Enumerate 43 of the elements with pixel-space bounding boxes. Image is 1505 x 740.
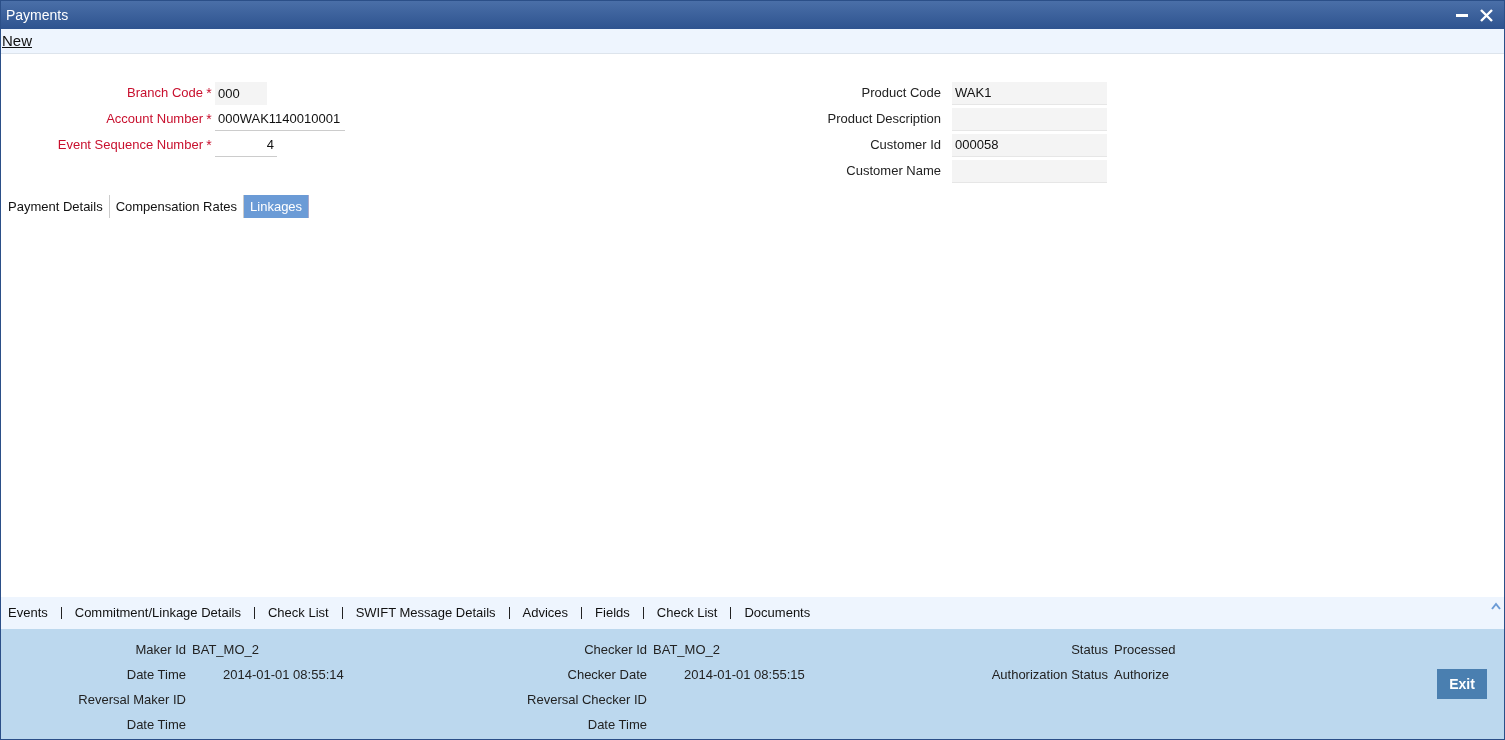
- input-field[interactable]: 000058: [952, 133, 1107, 157]
- audit-label: Checker Id: [583, 640, 647, 659]
- audit-label: Date Time: [125, 715, 186, 734]
- audit-label: Checker Date: [566, 665, 647, 684]
- audit-value: 2014-01-01 08:55:14: [223, 665, 344, 684]
- audit-label: Date Time: [125, 665, 186, 684]
- input-field[interactable]: WAK1: [952, 81, 1107, 105]
- audit-label: Authorization Status: [990, 665, 1108, 684]
- field-label: Customer Id: [869, 136, 941, 155]
- footer-link[interactable]: Fields: [595, 603, 630, 623]
- field-label: Product Description: [826, 110, 941, 129]
- exit-button[interactable]: Exit: [1437, 669, 1487, 699]
- audit-value: Authorize: [1114, 665, 1169, 684]
- required-marker: *: [205, 83, 213, 103]
- footer-link[interactable]: Commitment/Linkage Details: [74, 603, 241, 623]
- required-marker: *: [205, 135, 213, 155]
- audit-label: Status: [1070, 640, 1108, 659]
- audit-label: Reversal Checker ID: [526, 690, 647, 709]
- audit-label: Reversal Maker ID: [77, 690, 186, 709]
- audit-value: BAT_MO_2: [192, 640, 259, 659]
- input-field[interactable]: 000: [215, 81, 267, 105]
- input-field[interactable]: [952, 107, 1107, 131]
- footer-link[interactable]: Events: [8, 603, 48, 623]
- footer-link[interactable]: Check List: [267, 603, 329, 623]
- audit-label: Date Time: [586, 715, 647, 734]
- collapse-icon[interactable]: [1491, 602, 1501, 610]
- new-link[interactable]: New: [1, 29, 33, 53]
- audit-value: BAT_MO_2: [653, 640, 720, 659]
- footer-link[interactable]: SWIFT Message Details: [355, 603, 496, 623]
- required-marker: *: [205, 109, 213, 129]
- audit-value: Processed: [1114, 640, 1176, 659]
- field-label: Account Number: [105, 110, 203, 129]
- audit-label: Maker Id: [134, 640, 186, 659]
- window-title: Payments: [6, 5, 70, 25]
- input-field[interactable]: [952, 159, 1107, 183]
- footer-link[interactable]: Documents: [744, 603, 811, 623]
- field-label: Event Sequence Number: [56, 136, 203, 155]
- field-label: Product Code: [860, 84, 941, 103]
- footer-link[interactable]: Advices: [522, 603, 569, 623]
- audit-value: 2014-01-01 08:55:15: [684, 665, 805, 684]
- footer-link[interactable]: Check List: [656, 603, 718, 623]
- field-label: Customer Name: [845, 162, 941, 181]
- field-label: Branch Code: [126, 84, 203, 103]
